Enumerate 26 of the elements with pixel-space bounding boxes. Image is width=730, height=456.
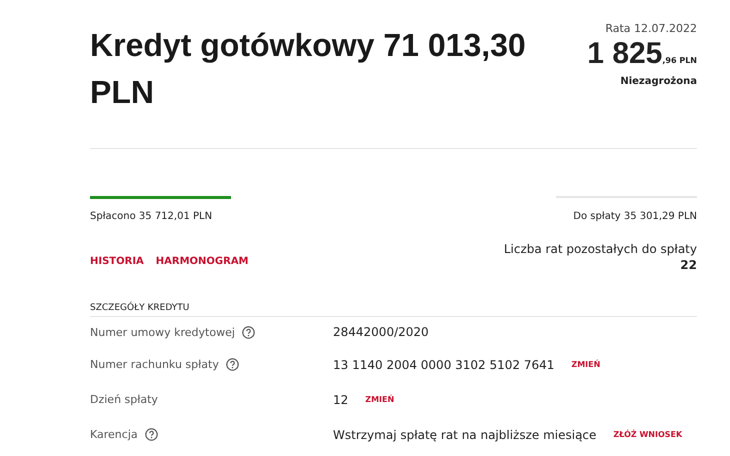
detail-label: Dzień spłaty <box>90 393 158 406</box>
action-link[interactable]: ZMIEŃ <box>365 395 394 404</box>
tab-link[interactable]: HISTORIA <box>90 255 144 273</box>
action-link[interactable]: ZMIEŃ <box>571 360 600 369</box>
detail-label: Numer rachunku spłaty <box>90 358 219 371</box>
loan-title: Kredyt gotówkowy 71 013,30 PLN <box>90 26 527 112</box>
section-heading: SZCZEGÓŁY KREDYTU <box>90 303 697 317</box>
installment-fraction: ,96 PLN <box>662 56 697 65</box>
detail-label: Karencja <box>90 428 138 441</box>
detail-value: 13 1140 2004 0000 3102 5102 7641 <box>333 358 554 372</box>
loan-status: Niezagrożona <box>619 76 697 87</box>
detail-value: 28442000/2020 <box>333 325 429 339</box>
installments-left-label: Liczba rat pozostałych do spłaty <box>504 241 697 257</box>
installment-amount: 1 825 <box>587 38 662 70</box>
installments-left-count: 22 <box>679 257 697 273</box>
remaining-amount: Do spłaty 35 301,29 PLN <box>573 211 697 222</box>
action-link[interactable]: ZŁÓŻ WNIOSEK <box>613 430 682 439</box>
help-icon[interactable] <box>242 326 255 338</box>
detail-value: Wstrzymaj spłatę rat na najbliższe miesiące <box>333 428 596 442</box>
help-icon[interactable] <box>144 428 158 441</box>
paid-amount: Spłacono 35 712,01 PLN <box>90 211 212 222</box>
installment-date: Rata 12.07.2022 <box>604 22 697 36</box>
tab-link[interactable]: HARMONOGRAM <box>156 255 249 273</box>
detail-label: Numer umowy kredytowej <box>90 326 235 338</box>
help-icon[interactable] <box>226 358 239 371</box>
detail-value: 12 <box>333 392 348 406</box>
